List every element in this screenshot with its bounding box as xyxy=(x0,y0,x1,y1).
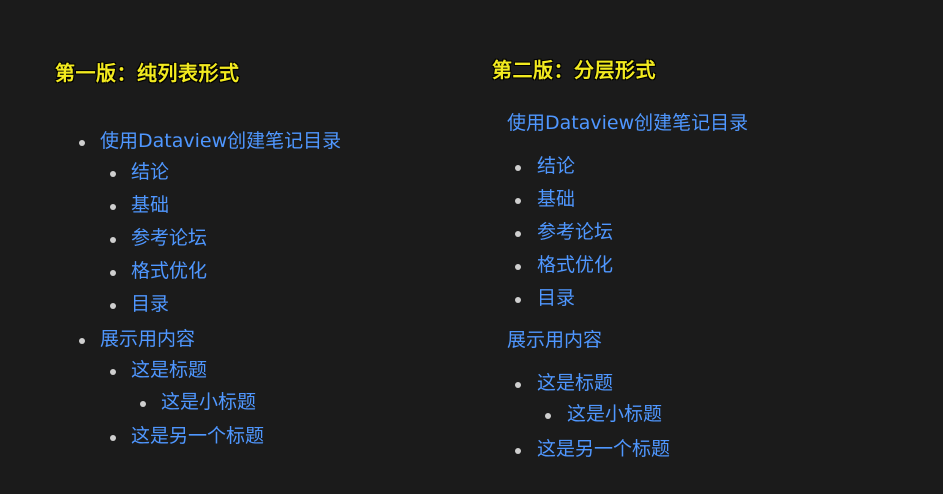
right-link-display[interactable]: 展示用内容 xyxy=(507,331,602,350)
bullet xyxy=(515,231,521,237)
left-link-heading[interactable]: 这是标题 xyxy=(131,361,207,380)
right-link-format[interactable]: 格式优化 xyxy=(537,256,613,275)
left-section-title: 第一版：纯列表形式 xyxy=(55,61,240,85)
bullet xyxy=(110,270,116,276)
left-link-subheading[interactable]: 这是小标题 xyxy=(161,393,256,412)
bullet xyxy=(110,435,116,441)
bullet xyxy=(110,171,116,177)
bullet xyxy=(515,165,521,171)
bullet xyxy=(515,264,521,270)
left-link-toc[interactable]: 目录 xyxy=(131,295,169,314)
right-link-forum[interactable]: 参考论坛 xyxy=(537,223,613,242)
bullet xyxy=(515,448,521,454)
left-link-display[interactable]: 展示用内容 xyxy=(100,330,195,349)
bullet xyxy=(515,297,521,303)
right-section-title: 第二版：分层形式 xyxy=(492,58,656,82)
right-link-basics[interactable]: 基础 xyxy=(537,190,575,209)
left-link-format[interactable]: 格式优化 xyxy=(131,262,207,281)
left-link-dataview[interactable]: 使用Dataview创建笔记目录 xyxy=(100,132,341,151)
bullet xyxy=(140,401,146,407)
bullet xyxy=(110,204,116,210)
bullet xyxy=(515,382,521,388)
left-link-forum[interactable]: 参考论坛 xyxy=(131,229,207,248)
bullet xyxy=(515,198,521,204)
bullet xyxy=(79,140,85,146)
right-link-dataview[interactable]: 使用Dataview创建笔记目录 xyxy=(507,114,748,133)
right-link-conclusion[interactable]: 结论 xyxy=(537,157,575,176)
left-link-conclusion[interactable]: 结论 xyxy=(131,163,169,182)
bullet xyxy=(110,237,116,243)
right-link-heading[interactable]: 这是标题 xyxy=(537,374,613,393)
right-link-toc[interactable]: 目录 xyxy=(537,289,575,308)
page: 第一版：纯列表形式 使用Dataview创建笔记目录 结论 基础 参考论坛 格式… xyxy=(0,0,943,494)
bullet xyxy=(110,369,116,375)
bullet xyxy=(79,338,85,344)
bullet xyxy=(110,303,116,309)
left-link-another-heading[interactable]: 这是另一个标题 xyxy=(131,427,264,446)
right-link-another-heading[interactable]: 这是另一个标题 xyxy=(537,440,670,459)
bullet xyxy=(545,413,551,419)
right-link-subheading[interactable]: 这是小标题 xyxy=(567,405,662,424)
left-link-basics[interactable]: 基础 xyxy=(131,196,169,215)
